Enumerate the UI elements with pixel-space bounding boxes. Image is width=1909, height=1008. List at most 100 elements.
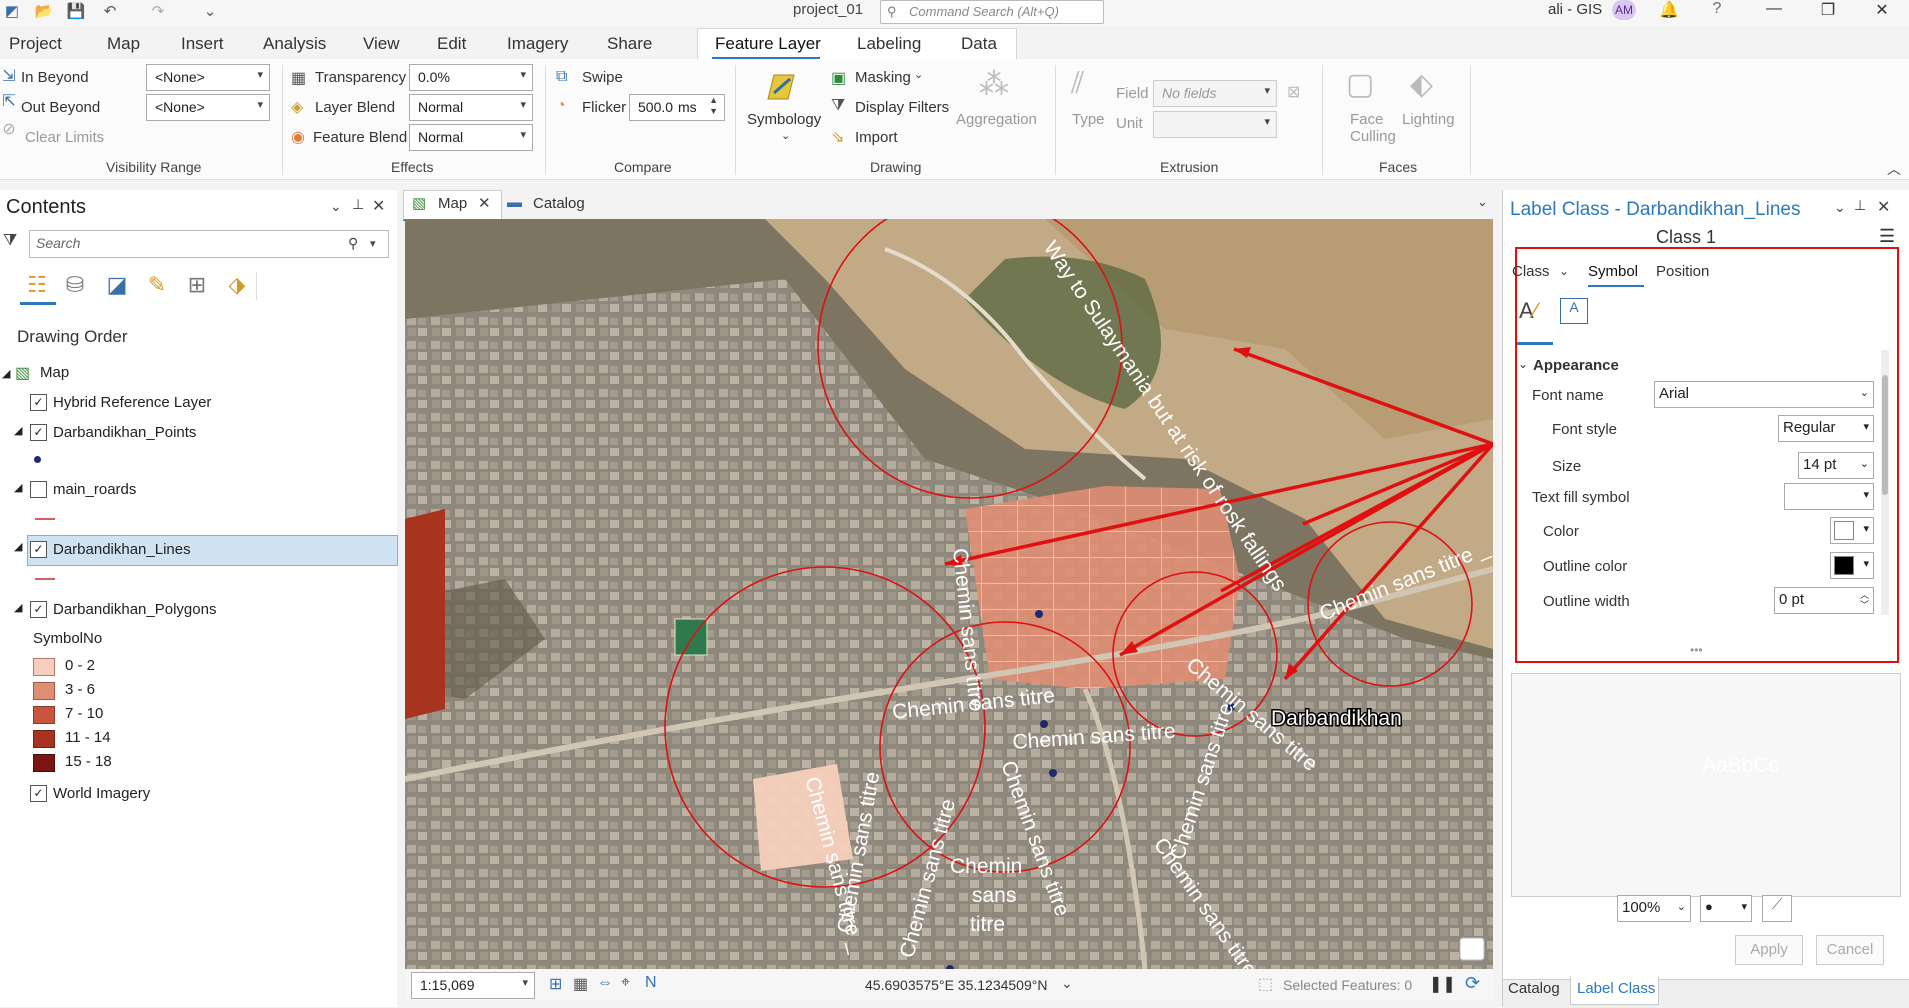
close-pane-icon[interactable]: ✕: [1877, 197, 1890, 217]
preview-background-combo[interactable]: ● ▾: [1700, 895, 1752, 922]
tree-hybrid-reference-layer[interactable]: Hybrid Reference Layer: [53, 394, 211, 411]
masking-button[interactable]: Masking: [855, 69, 911, 86]
hybrid-layer-checkbox[interactable]: ✓: [30, 394, 47, 411]
customize-toolbar-icon[interactable]: ⌄: [200, 2, 220, 20]
close-window-button[interactable]: ✕: [1868, 0, 1896, 20]
collapse-arrow-icon[interactable]: ◢: [14, 424, 22, 437]
tab-symbol[interactable]: Symbol: [1588, 263, 1638, 280]
imagery-layer-checkbox[interactable]: ✓: [30, 785, 47, 802]
tree-main-roards[interactable]: main_roards: [53, 481, 136, 498]
lines-layer-checkbox[interactable]: ✓: [30, 541, 47, 558]
extrusion-field-combo[interactable]: No fields ▾: [1153, 80, 1277, 107]
map-canvas[interactable]: Way to Sulaymania but at risk of rosk fa…: [405, 219, 1493, 969]
symbology-button[interactable]: Symbology: [747, 111, 821, 128]
tab-feature-layer[interactable]: Feature Layer: [715, 34, 821, 54]
map-tips-button[interactable]: [1459, 937, 1485, 961]
collapse-arrow-icon[interactable]: ◢: [14, 540, 22, 553]
tab-label-class-pane[interactable]: Label Class: [1577, 980, 1655, 997]
scale-combo[interactable]: 1:15,069 ▾: [411, 972, 535, 999]
snapping-icon[interactable]: ⌖: [621, 974, 630, 992]
close-tab-icon[interactable]: ✕: [478, 194, 491, 212]
tab-project[interactable]: Project: [9, 34, 62, 54]
grid-icon[interactable]: ▦: [573, 974, 588, 994]
preview-settings-button[interactable]: ⟋: [1762, 895, 1792, 922]
collapse-arrow-icon[interactable]: ◢: [14, 601, 22, 614]
collapse-arrow-icon[interactable]: ⌄: [1518, 357, 1528, 371]
save-icon[interactable]: 💾: [66, 2, 86, 20]
pin-icon[interactable]: ⊥: [352, 196, 364, 213]
tree-map[interactable]: Map: [40, 364, 69, 381]
chevron-down-icon[interactable]: ⌄: [1061, 975, 1073, 992]
swipe-button[interactable]: Swipe: [582, 69, 623, 86]
north-icon[interactable]: N: [645, 974, 657, 992]
flicker-button[interactable]: Flicker: [582, 99, 626, 116]
out-beyond-combo[interactable]: <None> ▾: [146, 94, 270, 121]
tab-imagery[interactable]: Imagery: [507, 34, 568, 54]
scrollbar-thumb[interactable]: [1882, 375, 1888, 495]
font-style-combo[interactable]: Regular ▾: [1778, 415, 1874, 442]
preview-zoom-combo[interactable]: 100% ⌄: [1617, 895, 1691, 922]
tab-share[interactable]: Share: [607, 34, 652, 54]
outline-color-picker[interactable]: ▾: [1830, 552, 1874, 579]
list-by-snapping-icon[interactable]: ⊞: [182, 272, 212, 300]
filter-icon[interactable]: ⧩: [3, 232, 17, 250]
splitter-handle[interactable]: •••: [1690, 643, 1703, 657]
command-search-input[interactable]: ⚲ Command Search (Alt+Q): [880, 0, 1104, 24]
avatar[interactable]: AM: [1612, 0, 1636, 20]
point-feature[interactable]: [1049, 769, 1057, 777]
tab-position[interactable]: Position: [1656, 263, 1709, 280]
outline-width-input[interactable]: 0 pt ︿ ﹀: [1774, 587, 1874, 614]
extrusion-type-button[interactable]: Type: [1072, 111, 1105, 128]
redo-icon[interactable]: ↷: [148, 2, 168, 20]
restore-button[interactable]: ❐: [1814, 0, 1842, 20]
tab-labeling[interactable]: Labeling: [857, 34, 921, 54]
list-by-drawing-order-icon[interactable]: ☷: [22, 272, 52, 300]
pane-menu-icon[interactable]: ⌄: [330, 198, 342, 215]
map-view[interactable]: Way to Sulaymania but at risk of rosk fa…: [405, 219, 1493, 969]
close-pane-icon[interactable]: ✕: [372, 196, 385, 216]
font-name-combo[interactable]: Arial ⌄: [1654, 381, 1874, 408]
collapse-ribbon-icon[interactable]: ︿: [1887, 159, 1901, 179]
fixed-zoom-icon[interactable]: ⊞: [549, 974, 562, 994]
chevron-down-icon[interactable]: ⌄: [1477, 194, 1488, 210]
tree-darbandikhan-lines[interactable]: Darbandikhan_Lines: [53, 541, 191, 558]
contents-search-input[interactable]: Search ⚲ ▾: [29, 230, 389, 258]
collapse-arrow-icon[interactable]: ◢: [2, 367, 10, 380]
point-feature[interactable]: [1035, 610, 1043, 618]
notification-bell-icon[interactable]: 🔔: [1655, 0, 1683, 20]
pane-menu-icon[interactable]: ⌄: [1834, 199, 1846, 216]
aggregation-button[interactable]: Aggregation: [956, 111, 1037, 128]
collapse-arrow-icon[interactable]: ◢: [14, 481, 22, 494]
size-combo[interactable]: 14 pt ⌄: [1798, 452, 1874, 479]
text-fill-symbol-combo[interactable]: ▾: [1784, 483, 1874, 510]
tree-world-imagery[interactable]: World Imagery: [53, 785, 150, 802]
list-by-labeling-icon[interactable]: ⬗: [222, 272, 252, 300]
text-properties-icon[interactable]: A: [1560, 298, 1588, 324]
tab-map[interactable]: Map: [107, 34, 140, 54]
pin-icon[interactable]: ⊥: [1854, 197, 1866, 214]
list-by-selection-icon[interactable]: ◪: [102, 272, 132, 300]
tab-class[interactable]: Class: [1512, 263, 1550, 280]
point-feature[interactable]: [1040, 720, 1048, 728]
list-by-editing-icon[interactable]: ✎: [142, 272, 172, 300]
tab-analysis[interactable]: Analysis: [263, 34, 326, 54]
display-filters-button[interactable]: Display Filters: [855, 99, 949, 116]
tab-view[interactable]: View: [363, 34, 400, 54]
lighting-button[interactable]: Lighting: [1402, 111, 1455, 128]
tree-darbandikhan-polygons[interactable]: Darbandikhan_Polygons: [53, 601, 216, 618]
import-button[interactable]: Import: [855, 129, 898, 146]
roads-layer-checkbox[interactable]: [30, 481, 47, 498]
text-symbol-tab-icon[interactable]: A⁄: [1519, 298, 1537, 324]
apply-button[interactable]: Apply: [1735, 935, 1803, 965]
open-folder-icon[interactable]: 📂: [34, 2, 54, 20]
layer-blend-combo[interactable]: Normal ▾: [409, 94, 533, 121]
face-culling-button[interactable]: Face Culling: [1350, 111, 1396, 145]
tab-data[interactable]: Data: [961, 34, 997, 54]
extrusion-unit-combo[interactable]: ▾: [1153, 111, 1277, 138]
extent-icon[interactable]: ⇔: [597, 974, 613, 992]
polygon-feature-dark[interactable]: [405, 509, 445, 719]
color-picker[interactable]: ▾: [1830, 517, 1874, 544]
in-beyond-combo[interactable]: <None> ▾: [146, 64, 270, 91]
hamburger-menu-icon[interactable]: ☰: [1879, 226, 1895, 247]
clear-limits-button[interactable]: Clear Limits: [25, 129, 104, 146]
